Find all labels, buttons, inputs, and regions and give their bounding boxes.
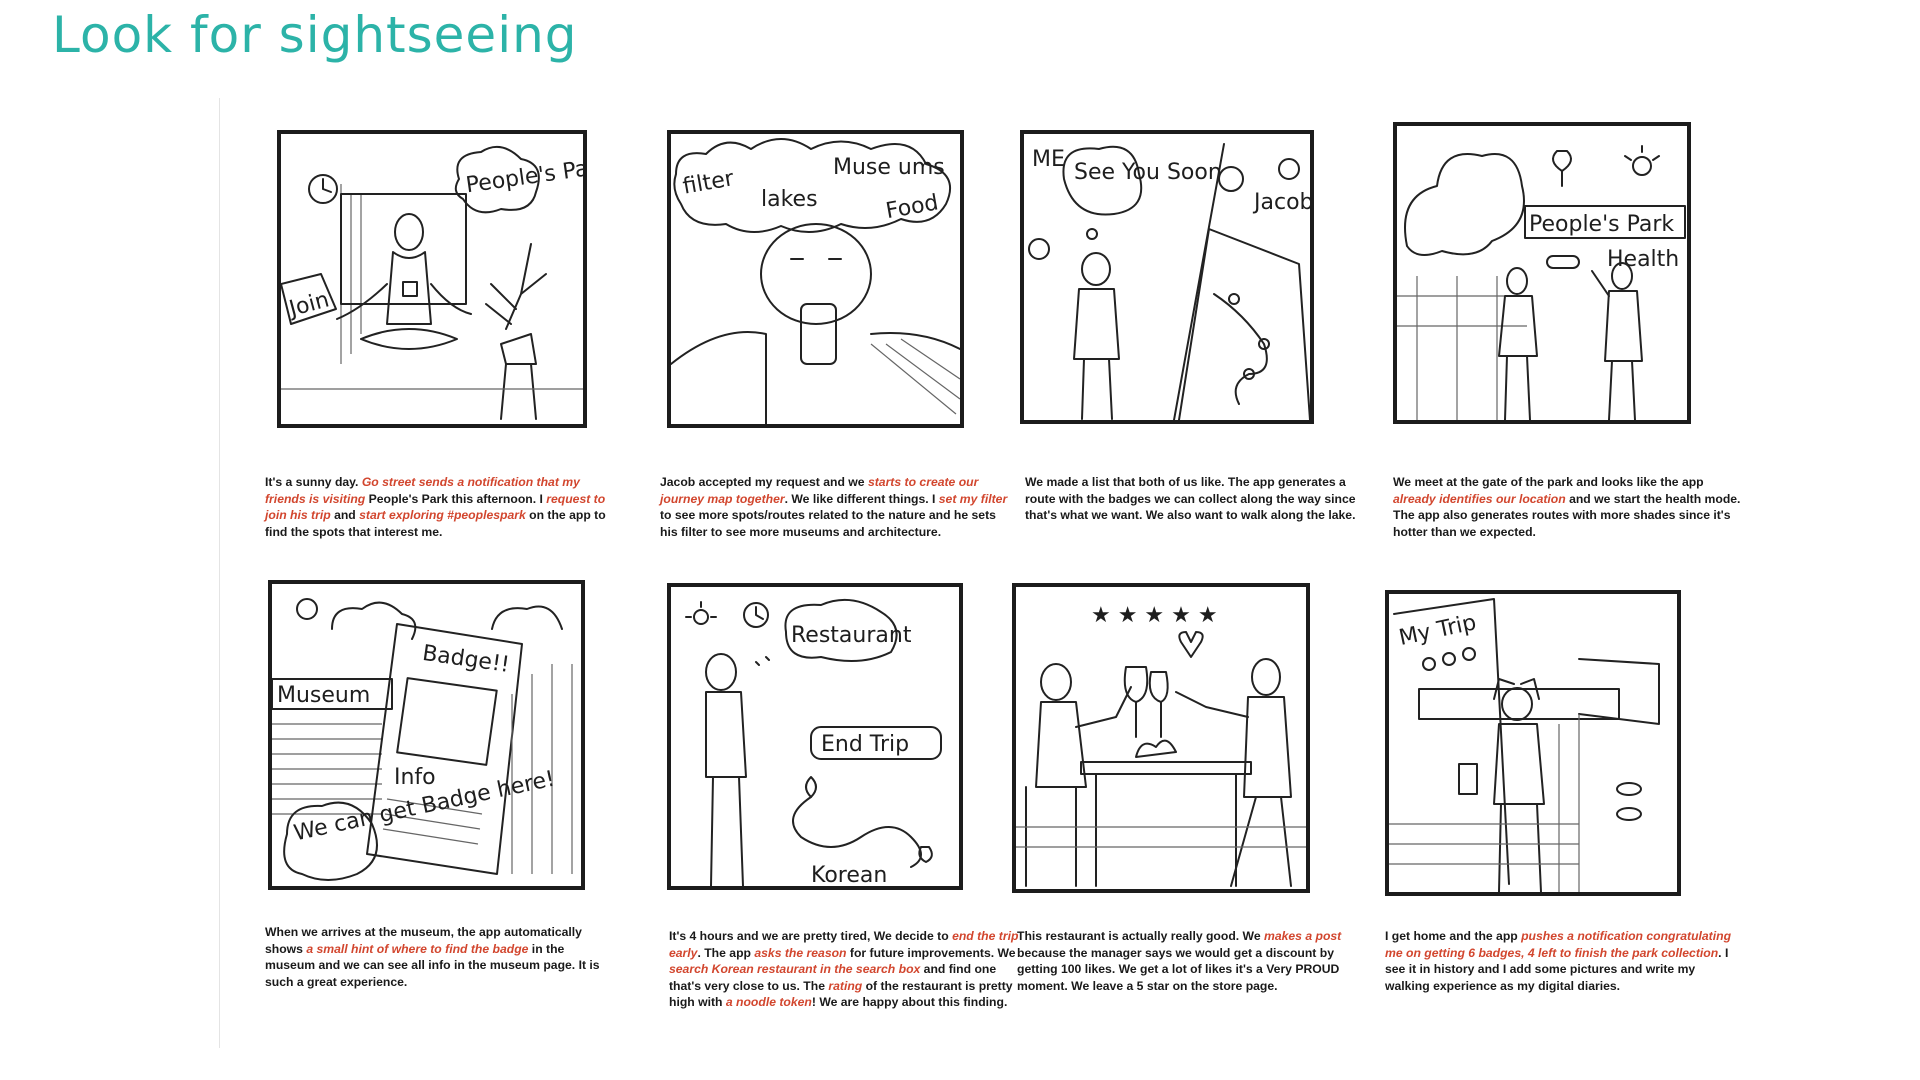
caption-highlight: makes a post — [1264, 929, 1342, 943]
caption-highlight: asks the reason — [754, 945, 847, 960]
caption-highlight: start exploring #peoplespark — [359, 508, 526, 523]
sketch-restaurant-table: ★ ★ ★ ★ ★ — [1016, 603, 1306, 887]
sketch-home-my-trip: My Trip — [1389, 598, 1660, 892]
caption-text: ! We are happy about this finding. — [811, 995, 1008, 1010]
caption-text: . We like different things. I — [784, 491, 939, 506]
caption-text: We made a list that both of us like. The… — [1025, 475, 1356, 523]
sketch-label: Join — [285, 287, 332, 322]
page-title: Look for sightseeing — [52, 6, 578, 64]
sketch-two-people-phone: ME See You Soon Jacob — [1028, 143, 1310, 420]
sketch-label: Museum — [277, 683, 370, 708]
caption-text: I get home and the app — [1385, 929, 1522, 943]
panel-caption: We made a list that both of us like. The… — [1025, 474, 1375, 524]
sketch-person-with-phone: filter lakes Muse ums Food — [671, 138, 960, 424]
caption-text: for future improvements. We — [846, 945, 1016, 960]
caption-text: . The app — [697, 945, 755, 960]
caption-highlight: set my filter — [938, 491, 1008, 506]
sketch-park-gate: People's Park Health — [1397, 145, 1686, 420]
sketch-label: ★ ★ ★ ★ ★ — [1091, 603, 1218, 628]
storyboard-panel-6: Restaurant End Trip Korean — [667, 583, 963, 890]
sketch-label: Info — [394, 765, 436, 790]
storyboard-panel-3: ME See You Soon Jacob — [1020, 130, 1314, 424]
divider-line — [219, 98, 220, 1048]
sketch-person-meditating: People's Park Join — [281, 145, 583, 420]
panel-caption: Jacob accepted my request and we starts … — [660, 474, 1010, 540]
caption-highlight: already identifies our location — [1393, 491, 1566, 506]
sketch-museum-badge: Museum Badge!! Info We can get Badge her… — [272, 598, 573, 881]
sketch-label: Korean — [811, 863, 887, 886]
caption-highlight: rating — [828, 978, 863, 993]
caption-text: We meet at the gate of the park and look… — [1393, 475, 1704, 489]
panel-caption: When we arrives at the museum, the app a… — [265, 924, 615, 990]
sketch-label: People's Park — [1529, 212, 1674, 237]
storyboard-panel-2: filter lakes Muse ums Food — [667, 130, 964, 428]
caption-text: Jacob accepted my request and we — [660, 475, 868, 489]
sketch-label: Muse ums — [833, 155, 945, 180]
caption-text: and — [330, 508, 360, 523]
caption-text: because the manager says we would get a … — [1017, 945, 1340, 993]
panel-caption: This restaurant is actually really good.… — [1017, 928, 1367, 994]
storyboard-panel-4: People's Park Health — [1393, 122, 1691, 424]
caption-text: People's Park this afternoon. I — [365, 491, 547, 506]
caption-text: It's a sunny day. — [265, 475, 362, 489]
caption-text: It's 4 hours and we are pretty tired, We… — [669, 929, 953, 943]
sketch-label: Badge!! — [421, 641, 511, 678]
sketch-label: filter — [681, 166, 737, 200]
caption-text: This restaurant is actually really good.… — [1017, 929, 1264, 943]
sketch-label: Jacob — [1252, 190, 1310, 215]
storyboard-panel-1: People's Park Join — [277, 130, 587, 428]
panel-caption: We meet at the gate of the park and look… — [1393, 474, 1743, 540]
panel-caption: I get home and the app pushes a notifica… — [1385, 928, 1735, 994]
sketch-label: lakes — [761, 187, 818, 212]
caption-highlight: a small hint of where to find the badge — [306, 941, 529, 956]
storyboard-panel-5: Museum Badge!! Info We can get Badge her… — [268, 580, 585, 890]
panel-caption: It's a sunny day. Go street sends a noti… — [265, 474, 615, 540]
sketch-label: My Trip — [1397, 610, 1479, 651]
sketch-label: Restaurant — [791, 623, 912, 648]
sketch-tired-person-map: Restaurant End Trip Korean — [685, 598, 942, 886]
sketch-label: ME — [1032, 147, 1065, 172]
sketch-label: Health — [1607, 247, 1679, 272]
sketch-label: End Trip — [821, 732, 909, 757]
caption-text: to see more spots/routes related to the … — [660, 508, 996, 539]
storyboard-panel-7: ★ ★ ★ ★ ★ — [1012, 583, 1310, 893]
sketch-label: See You Soon — [1074, 160, 1222, 185]
caption-highlight: a noodle token — [725, 995, 812, 1010]
caption-highlight: search Korean restaurant in the search b… — [669, 962, 921, 977]
panel-caption: It's 4 hours and we are pretty tired, We… — [669, 928, 1019, 1011]
storyboard-panel-8: My Trip — [1385, 590, 1681, 896]
